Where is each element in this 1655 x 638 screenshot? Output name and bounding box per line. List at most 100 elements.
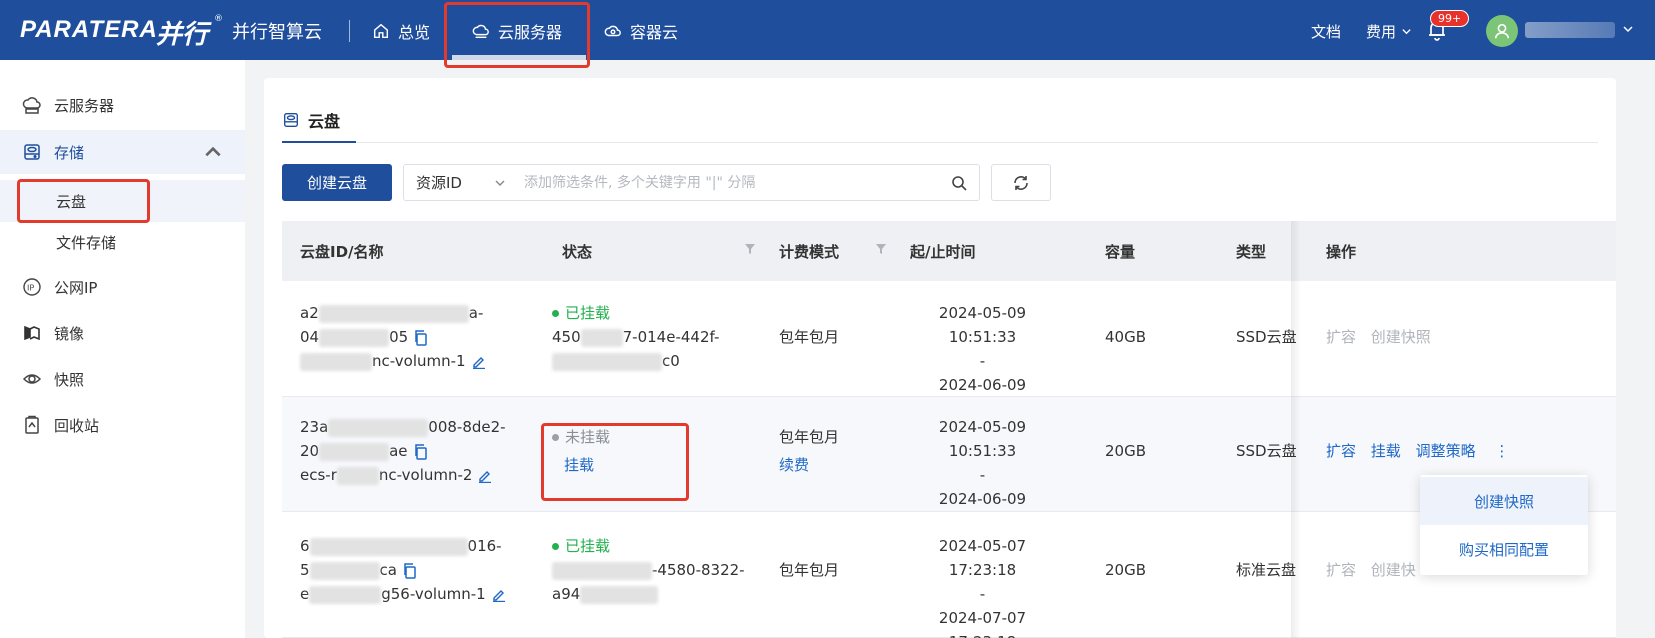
expand-button[interactable]: 扩容	[1326, 328, 1356, 346]
tab-divider	[282, 142, 1598, 143]
nav-cloud-server[interactable]: 云服务器	[472, 19, 562, 43]
sidebar-item-cloud-server[interactable]: 云服务器	[0, 83, 245, 127]
nav-overview-label: 总览	[398, 23, 431, 42]
sidebar-item-label: 镜像	[54, 324, 85, 343]
redacted-block	[309, 537, 468, 556]
redacted-block	[580, 585, 659, 604]
disk-name-text: e	[300, 585, 310, 603]
sidebar-item-label: 公网IP	[54, 278, 98, 297]
copy-icon[interactable]	[414, 443, 428, 460]
filter-field-select[interactable]: 资源ID	[404, 165, 520, 200]
logo[interactable]: PARATERA	[20, 16, 158, 44]
filter-field-value: 资源ID	[416, 174, 462, 192]
mount-button[interactable]: 挂载	[1371, 442, 1401, 460]
more-actions-button[interactable]: ⋮	[1494, 442, 1509, 460]
disk-id-cell: a2 a- 04 05 nc-volumn-1	[300, 301, 486, 373]
th-type: 类型	[1236, 243, 1267, 261]
chevron-down-icon[interactable]	[1622, 23, 1634, 35]
nav-container-cloud-label: 容器云	[630, 23, 679, 42]
attached-instance-text: -4580-8322-	[652, 561, 745, 579]
create-snapshot-button[interactable]: 创建快	[1371, 561, 1416, 579]
type-cell: 标准云盘	[1236, 561, 1297, 579]
table-row: 6 016- 5 ca e g56-volumn-1 已挂载 -4580-8322- …	[282, 512, 1616, 638]
chevron-up-icon	[205, 146, 221, 157]
create-snapshot-button[interactable]: 创建快照	[1371, 328, 1431, 346]
time-cell: 2024-05-07 17:23:18 - 2024-07-07 17:23:1…	[910, 534, 1055, 638]
sidebar-subitem-cloud-disk[interactable]: 云盘	[0, 180, 245, 222]
filter-icon[interactable]	[875, 243, 887, 255]
recycle-bin-icon	[25, 415, 39, 434]
edit-icon[interactable]	[472, 355, 486, 369]
sidebar-item-recycle-bin[interactable]: 回收站	[0, 403, 245, 447]
redacted-block	[318, 304, 469, 323]
refresh-button[interactable]	[991, 164, 1051, 201]
divider	[349, 20, 350, 42]
sidebar-subitem-file-storage[interactable]: 文件存储	[0, 221, 245, 263]
search-icon	[952, 175, 967, 191]
storage-icon	[284, 113, 298, 127]
snapshot-icon	[22, 374, 42, 384]
edit-icon[interactable]	[492, 588, 506, 602]
disk-id-cell: 23a 008-8de2- 20 ae ecs-r nc-volumn-2	[300, 415, 506, 487]
adjust-policy-button[interactable]: 调整策略	[1416, 442, 1476, 460]
create-disk-button[interactable]: 创建云盘	[282, 164, 392, 201]
disk-id-text: 5	[300, 561, 310, 579]
billing-text: 包年包月	[779, 428, 840, 446]
redacted-block	[300, 352, 372, 371]
sidebar-item-image[interactable]: 镜像	[0, 311, 245, 355]
expand-button[interactable]: 扩容	[1326, 561, 1356, 579]
billing-menu[interactable]: 费用	[1366, 21, 1412, 42]
tab-cloud-disk[interactable]: 云盘	[282, 108, 340, 132]
capacity-cell: 20GB	[1105, 561, 1147, 579]
docs-link[interactable]: 文档	[1311, 21, 1341, 42]
status-text: 已挂载	[565, 304, 611, 322]
sidebar-item-public-ip[interactable]: IP 公网IP	[0, 265, 245, 309]
user-name-redacted[interactable]	[1525, 22, 1615, 38]
status-cell: 已挂载 450 7-014e-442f- c0	[552, 301, 719, 373]
start-time: 2024-05-09 10:51:33	[938, 304, 1027, 346]
th-time: 起/止时间	[910, 243, 976, 261]
copy-icon[interactable]	[403, 562, 417, 579]
status-dot	[552, 310, 559, 317]
disk-id-cell: 6 016- 5 ca e g56-volumn-1	[300, 534, 506, 606]
nav-container-cloud[interactable]: 容器云	[604, 19, 678, 43]
filter-input[interactable]	[520, 165, 939, 200]
status-text: 未挂载	[565, 428, 611, 446]
sidebar-item-label: 快照	[54, 370, 85, 389]
home-icon	[373, 23, 389, 39]
th-billing: 计费模式	[779, 243, 840, 261]
notification-badge: 99+	[1430, 10, 1470, 27]
sidebar-item-label: 回收站	[54, 416, 100, 435]
table-row: a2 a- 04 05 nc-volumn-1 已挂载 450 7-014e-442f…	[282, 281, 1616, 418]
renew-link[interactable]: 续费	[779, 456, 809, 474]
filter-icon[interactable]	[744, 243, 756, 255]
mount-link[interactable]: 挂载	[564, 456, 594, 474]
copy-icon[interactable]	[414, 329, 428, 346]
redacted-block	[328, 418, 429, 437]
th-actions: 操作	[1326, 243, 1357, 261]
billing-cell: 包年包月 续费	[779, 425, 839, 477]
avatar[interactable]	[1486, 15, 1518, 47]
ip-icon: IP	[23, 278, 41, 296]
sidebar-item-label: 存储	[54, 143, 85, 162]
edit-icon[interactable]	[478, 469, 492, 483]
tab-active-indicator	[282, 141, 356, 143]
sidebar-item-snapshot[interactable]: 快照	[0, 357, 245, 401]
sidebar-item-storage[interactable]: 存储	[0, 130, 245, 174]
app-title: 并行智算云	[232, 22, 322, 43]
type-cell: SSD云盘	[1236, 442, 1297, 460]
fixed-column-shadow	[1291, 221, 1301, 638]
search-button[interactable]	[939, 175, 979, 191]
storage-icon	[24, 144, 40, 160]
dropdown-create-snapshot[interactable]: 创建快照	[1420, 477, 1588, 525]
attached-instance-text: 7-014e-442f-	[622, 328, 720, 346]
nav-overview[interactable]: 总览	[372, 19, 430, 43]
disk-name-text: nc-volumn-1	[372, 352, 466, 370]
start-time: 2024-05-09 10:51:33	[938, 418, 1027, 460]
dropdown-buy-same-config[interactable]: 购买相同配置	[1420, 525, 1588, 573]
disk-name-text: ecs-r	[300, 466, 337, 484]
expand-button[interactable]: 扩容	[1326, 442, 1356, 460]
start-time: 2024-05-07 17:23:18	[938, 537, 1027, 579]
disk-id-text: a2	[300, 304, 319, 322]
disk-id-text: 016-	[467, 537, 502, 555]
